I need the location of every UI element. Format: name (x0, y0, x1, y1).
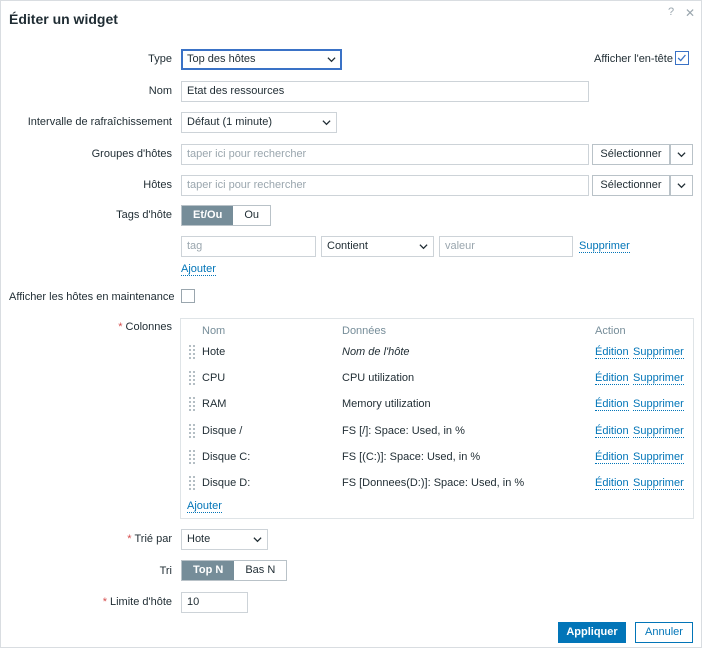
drag-handle-icon[interactable] (189, 476, 195, 493)
name-label: Nom (148, 85, 172, 97)
tag-operator-select[interactable]: Contient (321, 236, 434, 257)
order-by-label: * Trié par (127, 533, 172, 545)
host-limit-input[interactable]: 10 (181, 592, 248, 613)
dialog-title: Éditer un widget (9, 11, 118, 27)
checkmark-icon (677, 54, 686, 62)
chevron-down-icon (322, 120, 331, 126)
tag-operator-value: Contient (327, 240, 368, 252)
tag-input[interactable]: tag (181, 236, 316, 257)
drag-handle-icon[interactable] (189, 345, 195, 362)
host-limit-label: * Limite d'hôte (102, 596, 172, 608)
column-edit-link[interactable]: Édition (595, 398, 629, 411)
hosts-dropdown-button[interactable] (670, 175, 693, 196)
hosts-label: Hôtes (143, 179, 172, 191)
order-toggle: Top N Bas N (181, 560, 288, 581)
host-groups-input[interactable]: taper ici pour rechercher (181, 144, 589, 165)
column-remove-link[interactable]: Supprimer (633, 477, 684, 490)
maintenance-label: Afficher les hôtes en maintenance (9, 291, 175, 303)
show-header-checkbox[interactable] (675, 51, 689, 65)
column-edit-link[interactable]: Édition (595, 425, 629, 438)
columns-label: * Colonnes (118, 321, 172, 333)
apply-button[interactable]: Appliquer (558, 622, 626, 643)
chevron-down-icon (419, 244, 428, 250)
cancel-button[interactable]: Annuler (635, 622, 693, 643)
column-remove-link[interactable]: Supprimer (633, 451, 684, 464)
chevron-down-icon (253, 537, 262, 543)
columns-add-link[interactable]: Ajouter (187, 500, 222, 513)
order-by-value: Hote (187, 533, 211, 545)
type-label: Type (148, 53, 172, 65)
bottom-n-option[interactable]: Bas N (234, 561, 286, 580)
tag-value-input[interactable]: valeur (439, 236, 573, 257)
host-groups-label: Groupes d'hôtes (91, 148, 172, 160)
column-remove-link[interactable]: Supprimer (633, 398, 684, 411)
tag-remove-link[interactable]: Supprimer (579, 240, 630, 253)
column-row-name: Disque / (202, 425, 243, 437)
column-remove-link[interactable]: Supprimer (633, 425, 684, 438)
column-row-data: FS [(C:)]: Space: Used, in % (342, 451, 481, 463)
tag-add-link[interactable]: Ajouter (181, 263, 216, 276)
refresh-label: Intervalle de rafraîchissement (27, 116, 172, 128)
name-input[interactable]: Etat des ressources (181, 81, 589, 102)
column-edit-link[interactable]: Édition (595, 372, 629, 385)
column-row-data: CPU utilization (342, 372, 415, 384)
host-groups-dropdown-button[interactable] (670, 144, 693, 165)
close-icon[interactable]: ✕ (685, 6, 695, 20)
chevron-down-icon (677, 183, 686, 189)
chevron-down-icon (327, 57, 336, 63)
order-label: Tri (159, 565, 172, 577)
columns-header-name: Nom (202, 325, 226, 337)
column-remove-link[interactable]: Supprimer (633, 372, 684, 385)
refresh-select[interactable]: Défaut (1 minute) (181, 112, 337, 133)
host-groups-select-button[interactable]: Sélectionner (592, 144, 670, 165)
type-value: Top des hôtes (187, 53, 256, 65)
drag-handle-icon[interactable] (189, 424, 195, 441)
chevron-down-icon (677, 152, 686, 158)
column-edit-link[interactable]: Édition (595, 346, 629, 359)
or-option[interactable]: Ou (233, 206, 270, 225)
column-row-name: RAM (202, 398, 227, 410)
column-row-name: Disque D: (202, 477, 251, 489)
column-row-data: FS [/]: Space: Used, in % (342, 425, 465, 437)
column-edit-link[interactable]: Édition (595, 451, 629, 464)
type-select[interactable]: Top des hôtes (181, 49, 342, 70)
and-or-option[interactable]: Et/Ou (182, 206, 234, 225)
column-row-name: Hote (202, 346, 226, 358)
hosts-input[interactable]: taper ici pour rechercher (181, 175, 589, 196)
show-header-label: Afficher l'en-tête (594, 53, 673, 65)
column-row-name: CPU (202, 372, 226, 384)
order-by-select[interactable]: Hote (181, 529, 268, 550)
maintenance-checkbox[interactable] (181, 289, 195, 303)
columns-header-action: Action (595, 325, 626, 337)
drag-handle-icon[interactable] (189, 397, 195, 414)
column-row-name: Disque C: (202, 451, 251, 463)
drag-handle-icon[interactable] (189, 450, 195, 467)
column-row-data: FS [Donnees(D:)]: Space: Used, in % (342, 477, 525, 489)
help-icon[interactable]: ? (668, 6, 674, 18)
column-remove-link[interactable]: Supprimer (633, 346, 684, 359)
host-tags-operator-toggle: Et/Ou Ou (181, 205, 272, 226)
drag-handle-icon[interactable] (189, 371, 195, 388)
column-row-data: Memory utilization (342, 398, 431, 410)
host-tags-label: Tags d'hôte (116, 209, 172, 221)
hosts-select-button[interactable]: Sélectionner (592, 175, 670, 196)
columns-header-data: Données (342, 325, 387, 337)
top-n-option[interactable]: Top N (182, 561, 235, 580)
refresh-value: Défaut (1 minute) (187, 116, 272, 128)
column-edit-link[interactable]: Édition (595, 477, 629, 490)
column-row-data: Nom de l'hôte (342, 346, 410, 358)
